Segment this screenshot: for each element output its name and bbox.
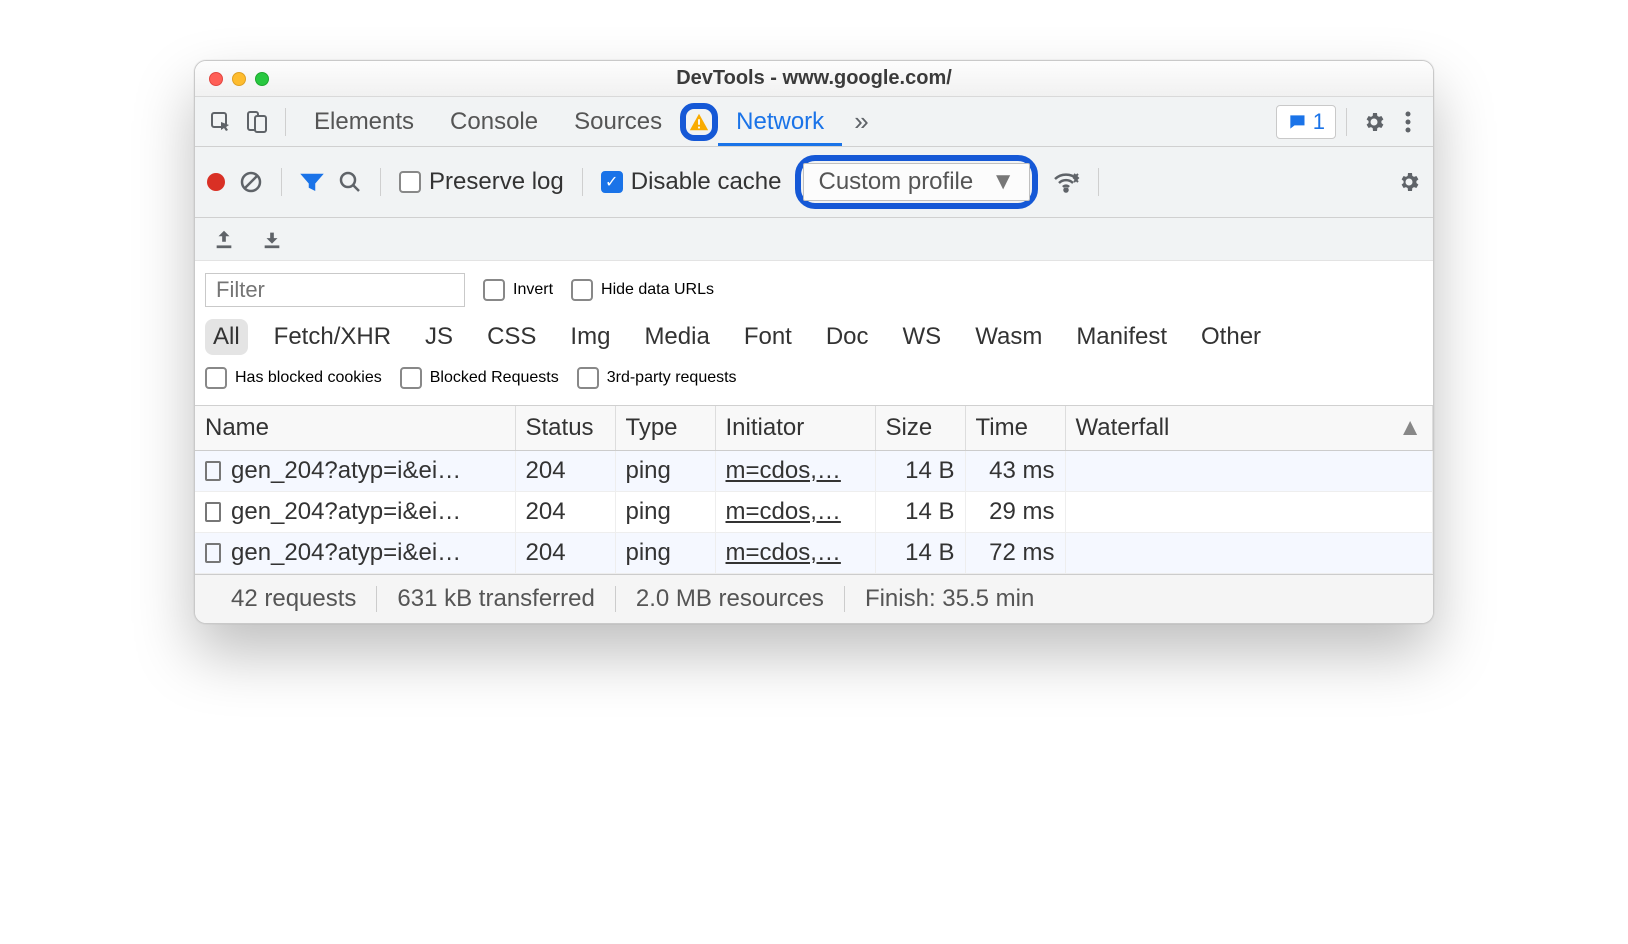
main-tab-strip: Elements Console Sources Network » 1 xyxy=(195,97,1433,147)
col-status[interactable]: Status xyxy=(515,406,615,451)
status-resources: 2.0 MB resources xyxy=(616,585,844,613)
clear-button[interactable] xyxy=(239,170,263,194)
file-icon xyxy=(205,502,221,522)
initiator-link[interactable]: m=cdos,… xyxy=(726,457,841,484)
import-har-icon[interactable] xyxy=(213,228,235,250)
sort-icon: ▲ xyxy=(1398,414,1422,442)
status-bar: 42 requests 631 kB transferred 2.0 MB re… xyxy=(195,574,1433,623)
table-header-row: Name Status Type Initiator Size Time Wat… xyxy=(195,406,1433,451)
network-settings-icon[interactable] xyxy=(1397,170,1421,194)
export-har-icon[interactable] xyxy=(261,228,283,250)
warning-highlight xyxy=(680,103,718,141)
import-export-bar xyxy=(195,218,1433,261)
filter-type-ws[interactable]: WS xyxy=(895,319,950,355)
status-finish: Finish: 35.5 min xyxy=(845,585,1054,613)
window-title: DevTools - www.google.com/ xyxy=(195,67,1433,90)
filter-icon[interactable] xyxy=(300,170,324,194)
filter-type-fetch[interactable]: Fetch/XHR xyxy=(266,319,399,355)
devtools-window: DevTools - www.google.com/ Elements Cons… xyxy=(194,60,1434,624)
warning-icon xyxy=(688,111,710,133)
filter-type-media[interactable]: Media xyxy=(636,319,717,355)
filter-type-all[interactable]: All xyxy=(205,319,248,355)
network-conditions-icon[interactable] xyxy=(1052,170,1080,194)
dropdown-icon: ▼ xyxy=(991,168,1015,196)
filter-type-doc[interactable]: Doc xyxy=(818,319,877,355)
more-tabs-button[interactable]: » xyxy=(842,106,880,137)
settings-icon[interactable] xyxy=(1357,105,1391,139)
separator xyxy=(285,108,286,136)
throttling-select[interactable]: Custom profile ▼ xyxy=(803,163,1030,201)
filter-type-js[interactable]: JS xyxy=(417,319,461,355)
network-table: Name Status Type Initiator Size Time Wat… xyxy=(195,406,1433,574)
tab-network[interactable]: Network xyxy=(718,97,842,146)
filter-input[interactable] xyxy=(205,273,465,307)
initiator-link[interactable]: m=cdos,… xyxy=(726,498,841,525)
separator xyxy=(1346,108,1347,136)
col-size[interactable]: Size xyxy=(875,406,965,451)
issues-badge[interactable]: 1 xyxy=(1276,105,1336,139)
col-initiator[interactable]: Initiator xyxy=(715,406,875,451)
col-time[interactable]: Time xyxy=(965,406,1065,451)
filter-type-font[interactable]: Font xyxy=(736,319,800,355)
file-icon xyxy=(205,543,221,563)
initiator-link[interactable]: m=cdos,… xyxy=(726,539,841,566)
filter-type-other[interactable]: Other xyxy=(1193,319,1269,355)
table-row[interactable]: gen_204?atyp=i&ei… 204 ping m=cdos,… 14 … xyxy=(195,451,1433,492)
tab-sources[interactable]: Sources xyxy=(556,97,680,146)
preserve-log-checkbox[interactable]: Preserve log xyxy=(399,168,564,196)
disable-cache-label: Disable cache xyxy=(631,168,782,196)
device-toggle-icon[interactable] xyxy=(239,104,275,140)
third-party-checkbox[interactable]: 3rd-party requests xyxy=(577,367,737,389)
status-transferred: 631 kB transferred xyxy=(377,585,614,613)
col-type[interactable]: Type xyxy=(615,406,715,451)
status-requests: 42 requests xyxy=(211,585,376,613)
throttling-value: Custom profile xyxy=(818,168,973,196)
tab-elements[interactable]: Elements xyxy=(296,97,432,146)
file-icon xyxy=(205,461,221,481)
network-toolbar: Preserve log ✓ Disable cache Custom prof… xyxy=(195,147,1433,218)
filter-type-wasm[interactable]: Wasm xyxy=(967,319,1050,355)
col-waterfall[interactable]: Waterfall▲ xyxy=(1065,406,1433,451)
table-row[interactable]: gen_204?atyp=i&ei… 204 ping m=cdos,… 14 … xyxy=(195,492,1433,533)
hide-data-urls-checkbox[interactable]: Hide data URLs xyxy=(571,279,714,301)
filter-type-manifest[interactable]: Manifest xyxy=(1068,319,1175,355)
record-button[interactable] xyxy=(207,173,225,191)
issues-count: 1 xyxy=(1313,109,1325,135)
tab-console[interactable]: Console xyxy=(432,97,556,146)
table-row[interactable]: gen_204?atyp=i&ei… 204 ping m=cdos,… 14 … xyxy=(195,533,1433,574)
search-icon[interactable] xyxy=(338,170,362,194)
kebab-menu-icon[interactable] xyxy=(1391,105,1425,139)
throttle-highlight: Custom profile ▼ xyxy=(795,155,1038,209)
disable-cache-checkbox[interactable]: ✓ Disable cache xyxy=(601,168,782,196)
filter-bar: Invert Hide data URLs All Fetch/XHR JS C… xyxy=(195,261,1433,406)
preserve-log-label: Preserve log xyxy=(429,168,564,196)
inspect-icon[interactable] xyxy=(203,104,239,140)
titlebar: DevTools - www.google.com/ xyxy=(195,61,1433,97)
filter-type-img[interactable]: Img xyxy=(562,319,618,355)
has-blocked-cookies-checkbox[interactable]: Has blocked cookies xyxy=(205,367,382,389)
blocked-requests-checkbox[interactable]: Blocked Requests xyxy=(400,367,559,389)
chat-icon xyxy=(1287,112,1307,132)
filter-type-css[interactable]: CSS xyxy=(479,319,544,355)
invert-checkbox[interactable]: Invert xyxy=(483,279,553,301)
col-name[interactable]: Name xyxy=(195,406,515,451)
